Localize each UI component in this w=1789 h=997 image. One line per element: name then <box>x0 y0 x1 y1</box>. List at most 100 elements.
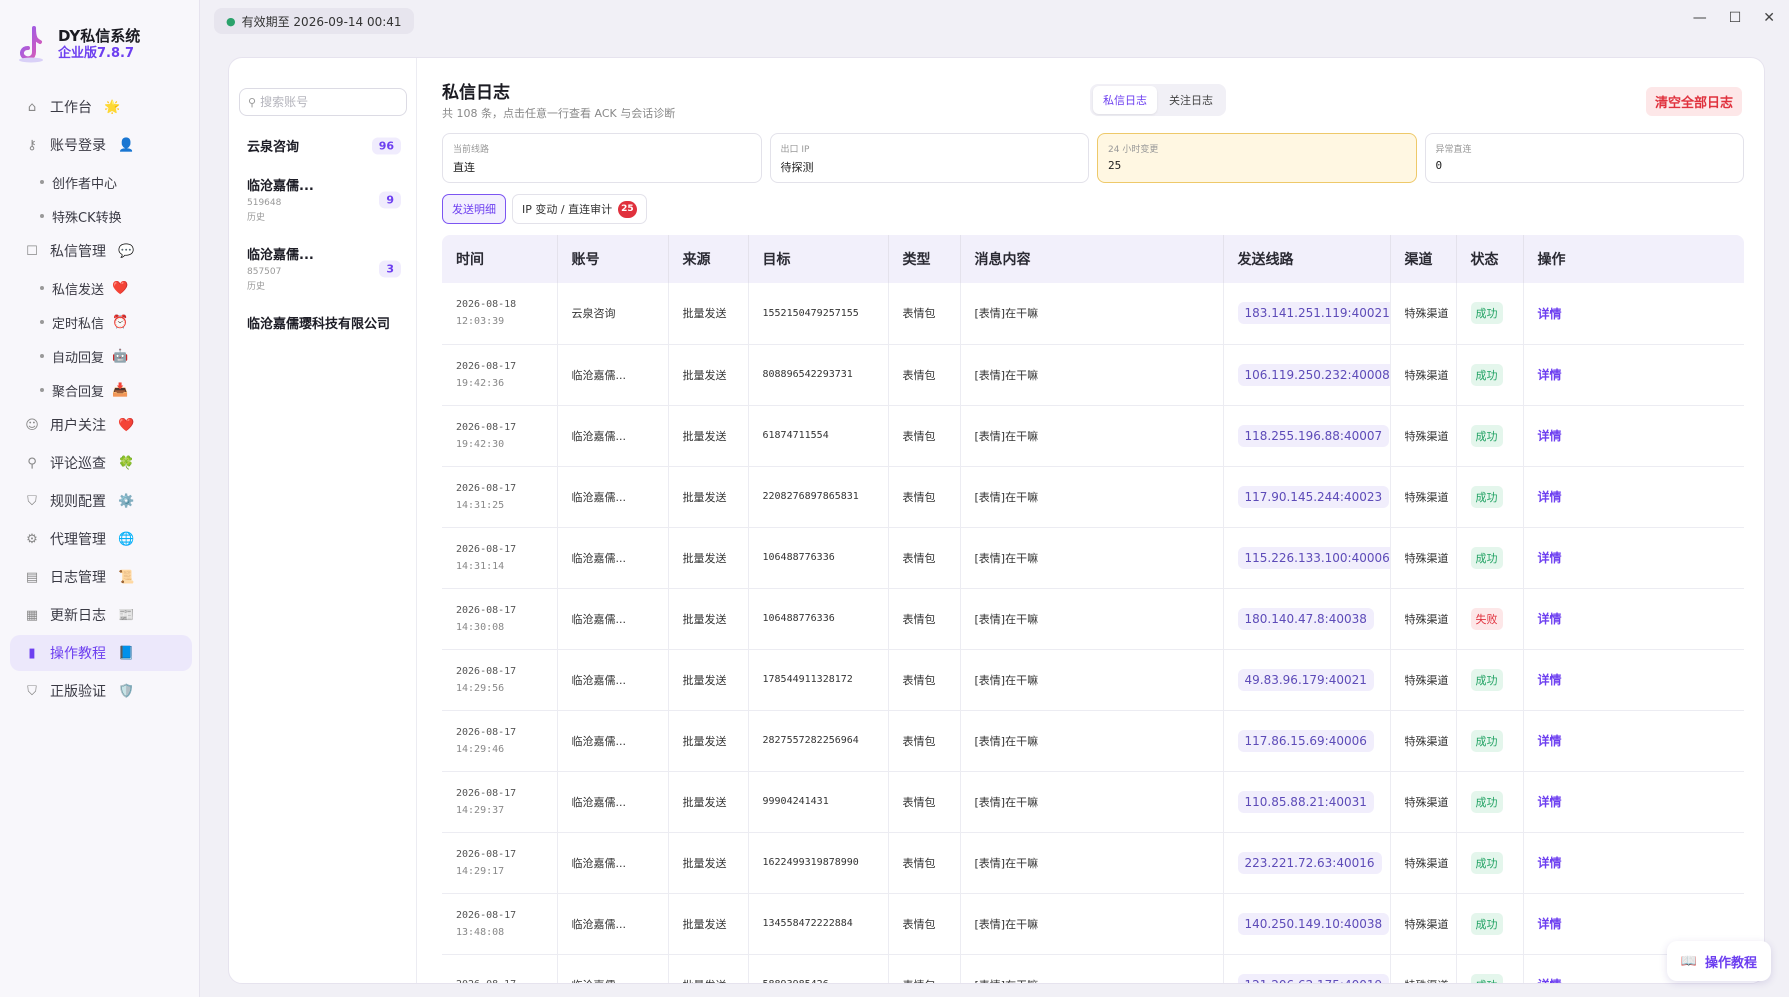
time-date: 2026-08-17 <box>456 976 556 983</box>
route-pill: 49.83.96.179:40021 <box>1237 668 1374 691</box>
cell-time: 2026-08-17 19:42:36 <box>442 344 558 406</box>
cell-target: 2208276897865831 <box>748 466 889 528</box>
sidebar-subitem[interactable]: 创作者中心 <box>10 165 192 199</box>
sidebar-item[interactable]: ☐ 私信管理 💬 <box>10 233 192 269</box>
table-row[interactable]: 2026-08-17 14:29:17 临沧嘉儒... 批量发送 16224993198… <box>442 832 1744 894</box>
cell-time: 2026-08-17 19:42:30 <box>442 405 558 467</box>
status-badge: 成功 <box>1470 546 1503 569</box>
sidebar-subitem[interactable]: 聚合回复 📥 <box>10 373 192 407</box>
account-item[interactable]: 临沧嘉儒... 857507 历史 3 <box>239 236 407 301</box>
sidebar-item-label: 账号登录 <box>50 138 106 154</box>
sidebar-subitem[interactable]: 私信发送 ❤️ <box>10 271 192 305</box>
table-row[interactable]: 2026-08-17 13:48:08 临沧嘉儒... 批量发送 13455847222… <box>442 893 1744 955</box>
sidebar-item[interactable]: ⌂ 工作台 🌟 <box>10 89 192 125</box>
cell-type: 表情包 <box>888 466 961 528</box>
detail-link[interactable]: 详情 <box>1538 490 1562 504</box>
table-row[interactable]: 2026-08-17 14:31:25 临沧嘉儒... 批量发送 22082768978… <box>442 466 1744 528</box>
help-tutorial-button[interactable]: 📖 操作教程 <box>1666 941 1771 981</box>
maximize-icon[interactable]: ☐ <box>1729 10 1742 26</box>
cell-status: 成功 <box>1456 466 1524 528</box>
time-date: 2026-08-17 <box>456 421 517 433</box>
clear-all-logs-button[interactable]: 清空全部日志 <box>1645 87 1742 116</box>
table-row[interactable]: 2026-08-17 19:42:30 临沧嘉儒... 批量发送 61874711554… <box>442 405 1744 467</box>
tab-dm-log[interactable]: 私信日志 <box>1093 86 1157 114</box>
account-name: 临沧嘉儒... <box>247 179 314 194</box>
cell-message: [表情]在干嘛 <box>960 527 1224 589</box>
route-pill: 110.85.88.21:40031 <box>1237 790 1374 813</box>
cell-source: 批量发送 <box>668 527 749 589</box>
sidebar-subitem[interactable]: 特殊CK转换 <box>10 199 192 233</box>
time-date: 2026-08-17 <box>456 543 517 555</box>
detail-link[interactable]: 详情 <box>1538 307 1562 321</box>
cell-time: 2026-08-17 14:29:46 <box>442 710 558 772</box>
time-clock: 14:31:14 <box>456 560 505 572</box>
sidebar-subitem-label: 私信发送 <box>52 282 105 298</box>
stat-card: 出口 IP 待探测 <box>769 133 1089 183</box>
cell-channel: 特殊渠道 <box>1390 405 1457 467</box>
table-row[interactable]: 2026-08-18 12:03:39 云泉咨询 批量发送 15521504792571… <box>442 283 1744 345</box>
detail-link[interactable]: 详情 <box>1538 734 1562 748</box>
sidebar-subitem-label: 聚合回复 <box>52 384 105 400</box>
tab-ip-audit[interactable]: IP 变动 / 直连审计 25 <box>512 194 647 224</box>
file-icon: ▤ <box>25 569 39 585</box>
tab-follow-log[interactable]: 关注日志 <box>1159 86 1223 114</box>
sidebar-item-emoji: 📜 <box>118 569 135 585</box>
cell-channel: 特殊渠道 <box>1390 954 1457 983</box>
sidebar-item-emoji: 👤 <box>118 137 135 153</box>
detail-link[interactable]: 详情 <box>1538 673 1562 687</box>
detail-link[interactable]: 详情 <box>1538 368 1562 382</box>
minimize-icon[interactable]: — <box>1693 10 1707 26</box>
stat-card: 当前线路 直连 <box>442 133 762 183</box>
table-row[interactable]: 2026-08-17 14:29:56 临沧嘉儒... 批量发送 17854491132… <box>442 649 1744 711</box>
detail-link[interactable]: 详情 <box>1538 856 1562 870</box>
account-item[interactable]: 临沧嘉儒... 519648 历史 9 <box>239 167 407 232</box>
sidebar-item-emoji: 🍀 <box>118 455 135 471</box>
shield-check-icon: ⛉ <box>27 683 37 699</box>
cell-channel: 特殊渠道 <box>1390 771 1457 833</box>
cell-target: 808896542293731 <box>748 344 889 406</box>
detail-link[interactable]: 详情 <box>1538 978 1562 983</box>
table-row[interactable]: 2026-08-17 14:31:14 临沧嘉儒... 批量发送 10648877633… <box>442 527 1744 589</box>
route-pill: 121.206.62.175:40019 <box>1237 973 1389 983</box>
tab-send-detail[interactable]: 发送明细 <box>442 194 506 224</box>
account-search-input[interactable] <box>260 95 391 109</box>
search-icon: ⚲ <box>248 95 257 109</box>
table-row[interactable]: 2026-08-17 14:29:37 临沧嘉儒... 批量发送 99904241431… <box>442 771 1744 833</box>
cell-account: 临沧嘉儒... <box>557 954 669 983</box>
account-item[interactable]: 云泉咨询 96 <box>239 128 407 163</box>
cell-channel: 特殊渠道 <box>1390 527 1457 589</box>
sidebar-item[interactable]: ▦ 更新日志 📰 <box>10 597 192 633</box>
sidebar-item[interactable]: ⚲ 评论巡查 🍀 <box>10 445 192 481</box>
detail-link[interactable]: 详情 <box>1538 612 1562 626</box>
sidebar-item[interactable]: ▤ 日志管理 📜 <box>10 559 192 595</box>
cell-channel: 特殊渠道 <box>1390 588 1457 650</box>
table-row[interactable]: 2026-08-17 14:30:08 临沧嘉儒... 批量发送 10648877633… <box>442 588 1744 650</box>
close-icon[interactable]: ✕ <box>1763 10 1775 26</box>
time-date: 2026-08-17 <box>456 848 517 860</box>
sidebar-item[interactable]: ⚙ 代理管理 🌐 <box>10 521 192 557</box>
time-clock: 14:29:17 <box>456 865 505 877</box>
detail-link[interactable]: 详情 <box>1538 429 1562 443</box>
table-row[interactable]: 2026-08-17临沧嘉儒...批量发送58893985426表情包[表情]在… <box>442 954 1744 983</box>
stat-value: 25 <box>1108 159 1122 172</box>
sidebar-item[interactable]: ⛉ 正版验证 🛡️ <box>10 673 192 709</box>
cell-action: 详情 <box>1523 344 1744 406</box>
account-item[interactable]: 临沧嘉儒璎科技有限公司 <box>239 305 407 340</box>
account-search[interactable]: ⚲ <box>239 88 407 116</box>
sidebar-subitem[interactable]: 定时私信 ⏰ <box>10 305 192 339</box>
detail-link[interactable]: 详情 <box>1538 551 1562 565</box>
sidebar-item[interactable]: ⚷ 账号登录 👤 <box>10 127 192 163</box>
sidebar-item[interactable]: ▮ 操作教程 📘 <box>10 635 192 671</box>
account-name: 临沧嘉儒璎科技有限公司 <box>247 317 391 332</box>
table-row[interactable]: 2026-08-17 19:42:36 临沧嘉儒... 批量发送 80889654229… <box>442 344 1744 406</box>
cell-target: 106488776336 <box>748 588 889 650</box>
detail-link[interactable]: 详情 <box>1538 795 1562 809</box>
sidebar-item[interactable]: ☺ 用户关注 ❤️ <box>10 407 192 443</box>
cell-account: 临沧嘉儒... <box>557 405 669 467</box>
sidebar-subitem[interactable]: 自动回复 🤖 <box>10 339 192 373</box>
table-row[interactable]: 2026-08-17 14:29:46 临沧嘉儒... 批量发送 28275572822… <box>442 710 1744 772</box>
detail-link[interactable]: 详情 <box>1538 917 1562 931</box>
sidebar-item[interactable]: ⛉ 规则配置 ⚙️ <box>10 483 192 519</box>
column-header: 发送线路 <box>1223 235 1391 283</box>
table-body: 2026-08-18 12:03:39 云泉咨询 批量发送 15521504792571… <box>442 283 1744 983</box>
